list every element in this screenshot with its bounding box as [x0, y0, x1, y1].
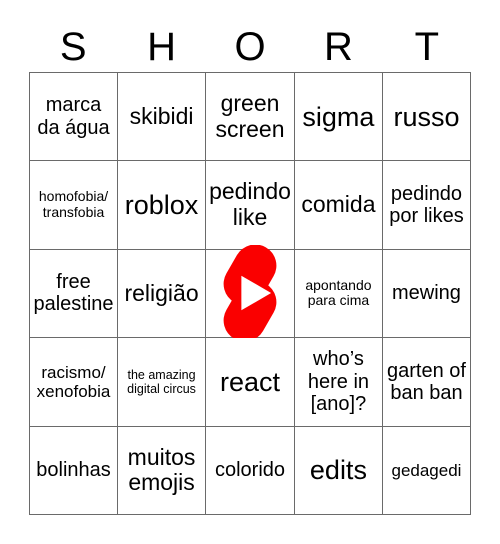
bingo-cell-label: skibidi	[129, 102, 194, 129]
bingo-cell-r3c2[interactable]: religião	[118, 249, 207, 339]
bingo-cell-label: pedindo por likes	[389, 182, 464, 228]
bingo-cell-label: garten of ban ban	[387, 359, 466, 404]
bingo-cell-r4c5[interactable]: garten of ban ban	[382, 338, 471, 427]
bingo-cell-r2c5[interactable]: pedindo por likes	[382, 161, 471, 250]
bingo-cell-label: muitos emojis	[127, 443, 196, 496]
header-letter-4: R	[323, 25, 353, 69]
bingo-cell-r2c1[interactable]: homofobia/ transfobia	[30, 161, 119, 250]
bingo-cell-label: marca da água	[37, 94, 110, 139]
bingo-cell-label: homofobia/ transfobia	[38, 188, 109, 221]
bingo-cell-r5c3[interactable]: colorido	[206, 426, 295, 515]
bingo-cell-r3c4[interactable]: apontando para cima	[294, 249, 383, 339]
bingo-cell-r1c1[interactable]: marca da água	[30, 73, 119, 162]
bingo-cell-label: bolinhas	[36, 459, 111, 482]
bingo-cell-r5c1[interactable]: bolinhas	[30, 426, 119, 515]
bingo-cell-r4c3[interactable]: react	[206, 338, 295, 427]
bingo-cell-r5c2[interactable]: muitos emojis	[118, 426, 207, 515]
bingo-cell-r4c1[interactable]: racismo/ xenofobia	[30, 338, 119, 427]
header-letter-1: S	[59, 25, 87, 69]
bingo-cell-label: comida	[301, 191, 376, 218]
bingo-cell-label: racismo/ xenofobia	[36, 362, 111, 401]
bingo-cell-r5c5[interactable]: gedagedi	[382, 426, 471, 515]
bingo-cell-r1c4[interactable]: sigma	[294, 73, 383, 162]
bingo-cell-label: mewing	[392, 282, 461, 305]
header-letter-2: H	[147, 25, 177, 69]
bingo-cell-label: gedagedi	[391, 460, 462, 480]
bingo-cell-r1c5[interactable]: russo	[382, 73, 471, 162]
bingo-cell-r1c3[interactable]: green screen	[206, 73, 295, 162]
bingo-grid: marca da água skibidi green screen sigma…	[29, 72, 471, 515]
bingo-header: S H O R T	[29, 22, 471, 72]
bingo-cell-label: apontando para cima	[305, 276, 372, 309]
bingo-card: S H O R T marca da água skibidi green sc…	[0, 0, 500, 544]
bingo-cell-r4c2[interactable]: the amazing digital circus	[118, 338, 207, 427]
bingo-cell-label: react	[219, 366, 280, 397]
bingo-cell-label: roblox	[124, 189, 199, 220]
bingo-cell-r3c5[interactable]: mewing	[382, 249, 471, 339]
bingo-cell-label: sigma	[302, 101, 375, 132]
bingo-free-space[interactable]	[206, 245, 295, 342]
bingo-cell-label: green screen	[215, 89, 285, 142]
bingo-cell-label: russo	[393, 101, 460, 132]
bingo-cell-label: edits	[309, 455, 367, 486]
bingo-cell-label: colorido	[214, 459, 286, 482]
bingo-cell-r2c4[interactable]: comida	[294, 161, 383, 250]
bingo-cell-r5c4[interactable]: edits	[294, 426, 383, 515]
bingo-cell-r2c2[interactable]: roblox	[118, 161, 207, 250]
bingo-cell-r4c4[interactable]: who’s here in [ano]?	[294, 338, 383, 427]
bingo-cell-r1c2[interactable]: skibidi	[118, 73, 207, 162]
bingo-cell-r3c1[interactable]: free palestine	[30, 249, 119, 339]
bingo-cell-label: religião	[124, 279, 199, 306]
youtube-shorts-icon	[223, 245, 277, 342]
header-letter-5: T	[414, 25, 440, 69]
bingo-cell-r2c3[interactable]: pedindo like	[206, 161, 295, 250]
bingo-cell-label: the amazing digital circus	[127, 367, 196, 396]
bingo-cell-label: pedindo like	[209, 178, 291, 231]
bingo-cell-label: free palestine	[33, 271, 114, 316]
header-letter-3: O	[234, 25, 266, 69]
bingo-cell-label: who’s here in [ano]?	[307, 348, 370, 416]
